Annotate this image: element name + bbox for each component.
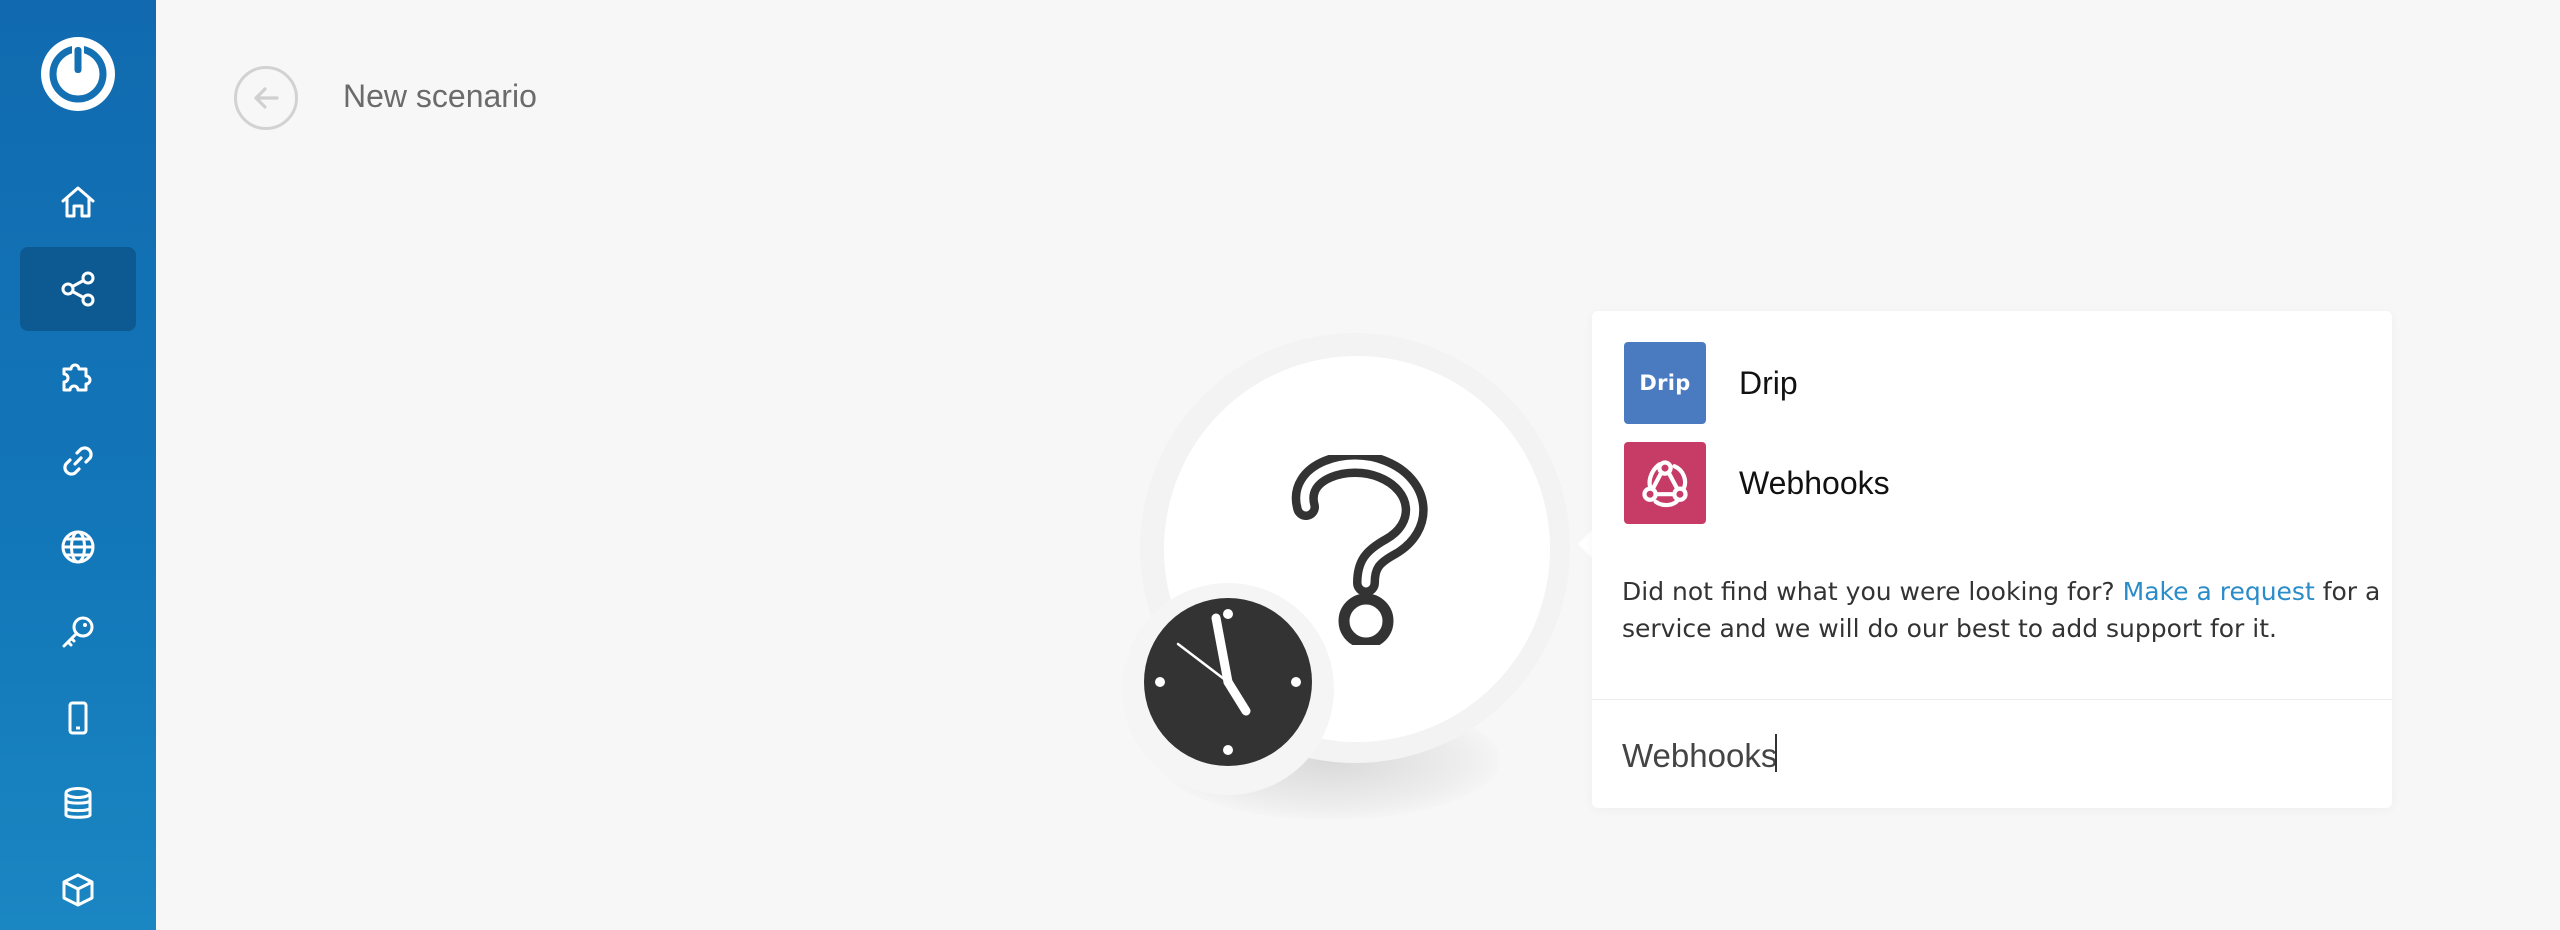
key-icon xyxy=(62,616,94,648)
link-icon xyxy=(63,446,93,476)
sidebar-item-scenarios[interactable] xyxy=(20,247,136,331)
logo-icon[interactable] xyxy=(40,36,116,112)
app-result-label: Webhooks xyxy=(1739,464,1890,501)
database-icon xyxy=(64,787,92,819)
webhook-icon xyxy=(1624,442,1706,524)
drip-logo-text: Drip xyxy=(1639,371,1691,395)
sidebar-item-data-structures[interactable] xyxy=(20,848,136,930)
sidebar-item-connections[interactable] xyxy=(20,419,136,503)
help-text-before: Did not find what you were looking for? xyxy=(1622,577,2123,606)
cube-icon xyxy=(62,873,94,907)
sidebar-item-keys[interactable] xyxy=(20,590,136,674)
page-title: New scenario xyxy=(343,78,537,114)
help-text: Did not find what you were looking for? … xyxy=(1622,573,2382,647)
make-request-link[interactable]: Make a request xyxy=(2123,577,2315,606)
sidebar-item-devices[interactable] xyxy=(20,676,136,760)
mobile-icon xyxy=(68,701,88,735)
text-cursor xyxy=(1775,734,1777,772)
sidebar-item-data-stores[interactable] xyxy=(20,762,136,846)
home-icon xyxy=(61,186,95,218)
back-button[interactable] xyxy=(234,66,298,130)
sidebar-item-home[interactable] xyxy=(20,160,136,244)
share-icon xyxy=(61,271,95,307)
divider xyxy=(1592,699,2392,700)
arrow-left-icon xyxy=(254,87,279,109)
sidebar xyxy=(0,0,156,930)
app-result-drip[interactable]: Drip Drip xyxy=(1624,341,2364,425)
app-result-label: Drip xyxy=(1739,364,1798,401)
app-result-webhooks[interactable]: Webhooks xyxy=(1624,441,2364,525)
globe-icon xyxy=(61,530,95,564)
app-picker-panel: Drip Drip Webhooks Did not find what you… xyxy=(1592,311,2392,808)
app-search-input[interactable] xyxy=(1622,731,2362,781)
puzzle-icon xyxy=(62,363,92,392)
drip-icon: Drip xyxy=(1624,342,1706,424)
sidebar-item-webhooks[interactable] xyxy=(20,505,136,589)
clock-icon[interactable] xyxy=(1144,598,1312,766)
sidebar-item-templates[interactable] xyxy=(20,333,136,417)
